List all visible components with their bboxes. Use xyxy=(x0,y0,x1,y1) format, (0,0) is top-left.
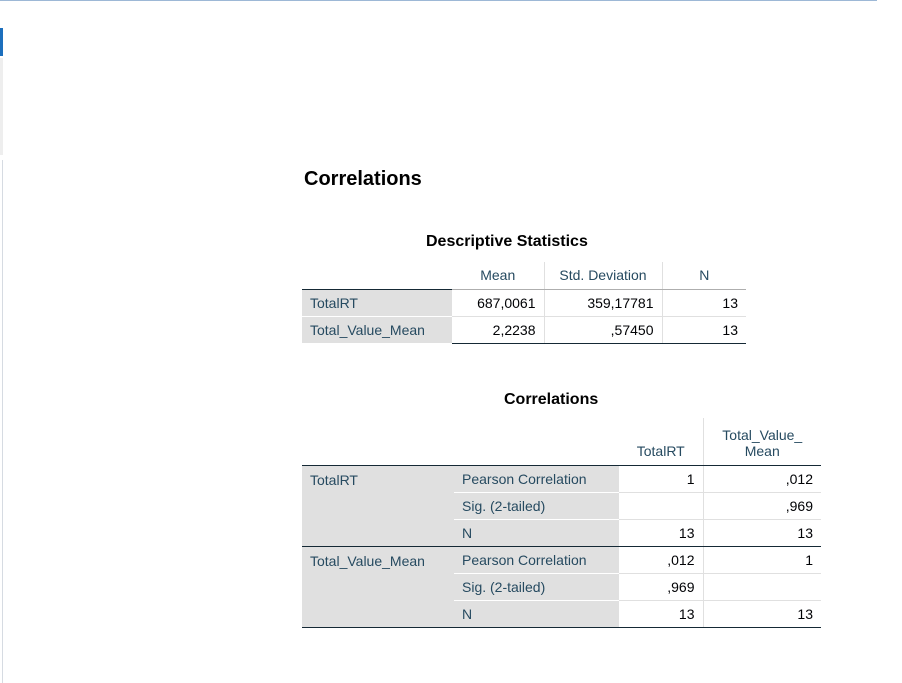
cell-value: 1 xyxy=(619,465,704,493)
left-panel-edge xyxy=(0,58,3,155)
descriptive-caption: Descriptive Statistics xyxy=(426,233,588,250)
col-std-deviation: Std. Deviation xyxy=(543,262,663,290)
stat-label: Pearson Correlation xyxy=(454,546,619,574)
corner-cell xyxy=(302,418,454,466)
stat-label: Sig. (2-tailed) xyxy=(454,492,619,520)
cell-value: 13 xyxy=(619,519,704,547)
col-n: N xyxy=(662,262,746,290)
col-total-value-mean-line2: Mean xyxy=(744,442,780,459)
cell-mean: 2,2238 xyxy=(452,315,545,344)
left-selection-marker xyxy=(0,28,3,56)
cell-value: ,012 xyxy=(619,546,704,574)
correlations-table: TotalRT Total_Value_ Mean TotalRT Pearso… xyxy=(302,418,821,628)
output-heading: Correlations xyxy=(304,168,422,190)
cell-value: 13 xyxy=(703,600,821,628)
cell-value: ,969 xyxy=(619,573,704,601)
table-row: TotalRT Pearson Correlation 1 ,012 xyxy=(302,465,821,547)
cell-value: 13 xyxy=(703,519,821,547)
col-total-value-mean: Total_Value_ Mean xyxy=(703,418,821,466)
stat-label: N xyxy=(454,519,619,547)
cell-value: ,969 xyxy=(703,492,821,520)
table-row: Total_Value_Mean 2,2238 ,57450 13 xyxy=(302,315,746,344)
cell-value: 1 xyxy=(703,546,821,574)
row-label: TotalRT xyxy=(302,288,452,317)
descriptive-statistics-table: Mean Std. Deviation N TotalRT 687,0061 3… xyxy=(302,262,746,344)
cell-std: ,57450 xyxy=(544,315,663,344)
corner-cell xyxy=(302,262,452,289)
stat-label: Sig. (2-tailed) xyxy=(454,573,619,601)
table-header-row: TotalRT Total_Value_ Mean xyxy=(302,418,821,466)
cell-mean: 687,0061 xyxy=(452,288,545,316)
cell-n: 13 xyxy=(662,288,746,316)
group-label: TotalRT xyxy=(302,465,454,547)
cell-value xyxy=(703,573,821,601)
corner-cell xyxy=(454,418,619,466)
table-header-row: Mean Std. Deviation N xyxy=(302,262,746,290)
cell-n: 13 xyxy=(662,315,746,344)
table-row: TotalRT 687,0061 359,17781 13 xyxy=(302,288,746,317)
col-totalrt: TotalRT xyxy=(619,418,704,466)
table-row: Total_Value_Mean Pearson Correlation ,01… xyxy=(302,546,821,628)
stat-label: N xyxy=(454,600,619,628)
col-total-value-mean-line1: Total_Value_ xyxy=(722,426,803,443)
row-label: Total_Value_Mean xyxy=(302,315,452,344)
col-mean: Mean xyxy=(452,262,544,290)
top-border xyxy=(0,0,877,1)
cell-std: 359,17781 xyxy=(544,288,663,316)
left-pane-divider xyxy=(2,160,3,683)
stat-label: Pearson Correlation xyxy=(454,465,619,493)
correlations-caption: Correlations xyxy=(504,391,599,408)
group-label: Total_Value_Mean xyxy=(302,546,454,628)
cell-value xyxy=(619,492,704,520)
cell-value: 13 xyxy=(619,600,704,628)
cell-value: ,012 xyxy=(703,465,821,493)
